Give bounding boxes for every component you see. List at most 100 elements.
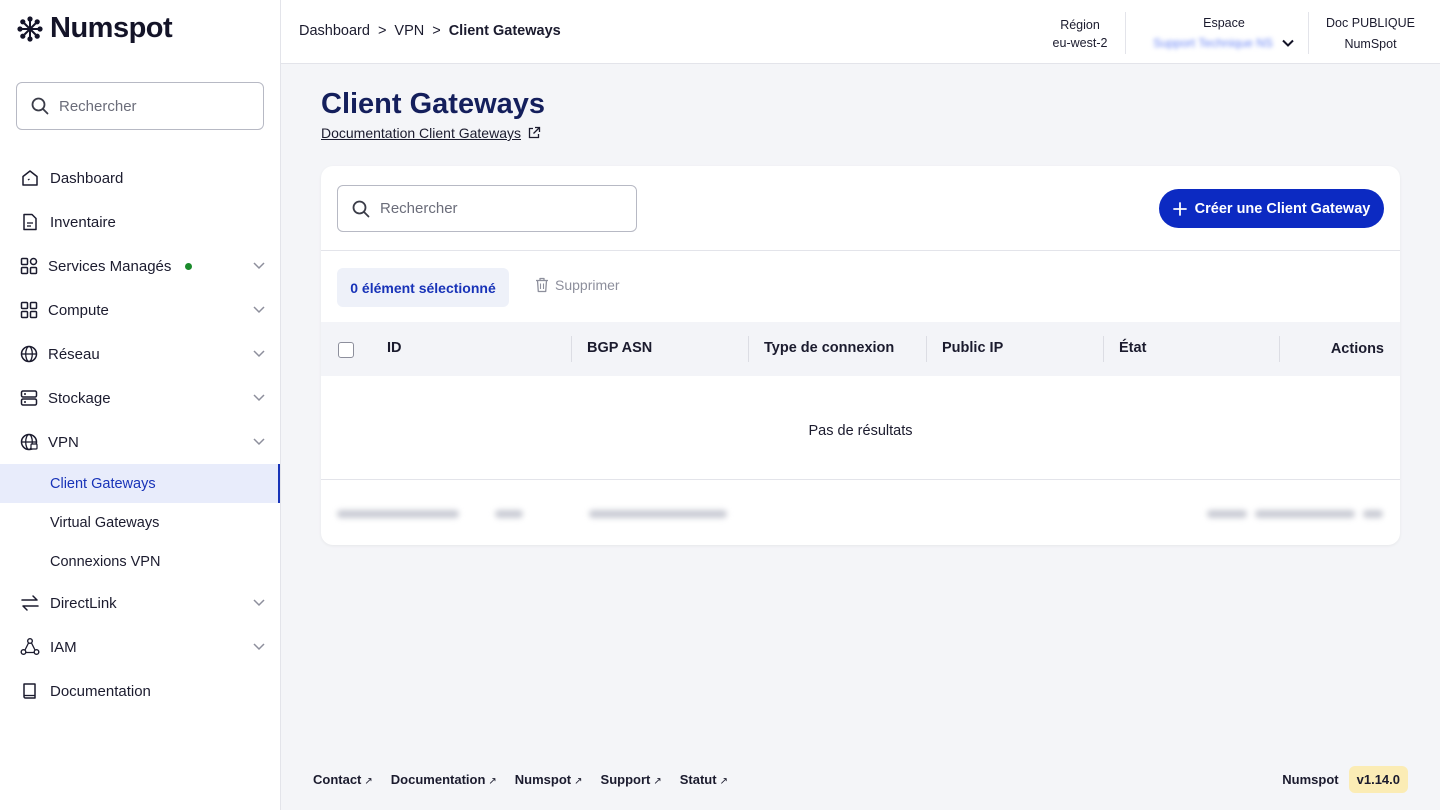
external-arrow-icon: ↗ (719, 776, 728, 787)
footer-link-label: Numspot (514, 772, 572, 787)
table-search[interactable] (337, 185, 637, 232)
empty-state-message: Pas de résultats (808, 423, 913, 439)
selected-count-badge: 0 élément sélectionné (337, 268, 509, 307)
sidebar-item-label: VPN (48, 433, 79, 451)
sidebar-item-compute[interactable]: Compute (0, 288, 280, 332)
breadcrumb-vpn[interactable]: VPN (394, 23, 424, 39)
sidebar-item-label: DirectLink (50, 594, 117, 612)
sidebar-subitem-client-gateways[interactable]: Client Gateways (0, 464, 280, 503)
chevron-down-icon (253, 306, 265, 314)
column-header-type-connexion[interactable]: Type de connexion (764, 340, 894, 356)
footer-link-documentation[interactable]: Documentation ↗ (391, 772, 497, 787)
documentation-link[interactable]: Documentation Client Gateways (321, 125, 541, 141)
page-title: Client Gateways (321, 88, 546, 120)
table-header: ID BGP ASN Type de connexion Public IP É… (321, 322, 1400, 376)
column-separator (926, 336, 927, 362)
chevron-down-icon (253, 643, 265, 651)
footer-link-numspot[interactable]: Numspot ↗ (515, 772, 583, 787)
sidebar-item-dashboard[interactable]: Dashboard (0, 156, 280, 200)
sidebar-item-reseau[interactable]: Réseau (0, 332, 280, 376)
search-icon (352, 200, 370, 217)
storage-icon (20, 390, 38, 406)
chevron-down-icon (1282, 39, 1294, 47)
select-all-checkbox[interactable] (338, 342, 354, 358)
space-value: Support Technique NS (1153, 36, 1273, 50)
numspot-logo[interactable]: Numspot (16, 12, 173, 45)
plus-icon (1172, 201, 1187, 216)
status-dot (185, 262, 193, 270)
sidebar-item-label: Documentation (50, 682, 151, 700)
book-icon (23, 683, 36, 699)
divider (321, 479, 1400, 480)
external-arrow-icon: ↗ (488, 776, 497, 787)
sidebar-item-documentation[interactable]: Documentation (0, 669, 280, 713)
iam-icon (20, 638, 40, 655)
sidebar-item-inventaire[interactable]: Inventaire (0, 200, 280, 244)
footer-links: Contact ↗ Documentation ↗ Numspot ↗ Support… (313, 772, 728, 787)
delete-button-label: Supprimer (555, 277, 620, 293)
doc-space-indicator[interactable]: Doc PUBLIQUE NumSpot (1323, 14, 1418, 53)
sidebar-item-services-manages[interactable]: Services Managés (0, 244, 280, 288)
blurred-item (1255, 510, 1355, 518)
sidebar-item-stockage[interactable]: Stockage (0, 376, 280, 420)
chevron-up-icon (253, 438, 265, 446)
sidebar-subitem-virtual-gateways[interactable]: Virtual Gateways (0, 503, 280, 542)
search-icon (31, 97, 49, 115)
column-header-etat[interactable]: État (1119, 340, 1146, 356)
blurred-item (337, 510, 459, 518)
region-label: Région (1060, 18, 1100, 32)
create-client-gateway-button[interactable]: Créer une Client Gateway (1159, 189, 1384, 228)
sidebar-search-input[interactable] (59, 97, 239, 115)
column-header-public-ip[interactable]: Public IP (942, 340, 1003, 356)
blurred-item (495, 510, 523, 518)
space-selector[interactable]: Espace Support Technique NS (1139, 14, 1309, 52)
column-separator (1279, 336, 1280, 362)
version-info: Numspot v1.14.0 (1282, 766, 1408, 793)
version-badge: v1.14.0 (1348, 766, 1408, 793)
document-icon (23, 213, 37, 231)
blurred-item (1363, 510, 1383, 518)
home-icon (22, 170, 38, 186)
divider (321, 250, 1400, 251)
chevron-down-icon (253, 262, 265, 270)
sidebar-item-vpn[interactable]: VPN (0, 420, 280, 464)
sidebar-item-label: Dashboard (50, 169, 124, 187)
top-header: Dashboard > VPN > Client Gateways Région… (281, 0, 1440, 64)
breadcrumb-current: Client Gateways (448, 23, 561, 39)
region-indicator: Région eu-west-2 (1050, 14, 1110, 52)
space-label: Espace (1203, 16, 1245, 30)
region-value: eu-west-2 (1052, 36, 1108, 50)
footer-link-contact[interactable]: Contact ↗ (313, 772, 373, 787)
column-header-bgp-asn[interactable]: BGP ASN (587, 340, 652, 356)
column-separator (571, 336, 572, 362)
sidebar-item-directlink[interactable]: DirectLink (0, 581, 280, 625)
breadcrumb-separator: > (432, 23, 441, 39)
globe-icon (20, 345, 38, 363)
delete-button[interactable]: Supprimer (535, 277, 620, 293)
footer-link-support[interactable]: Support ↗ (601, 772, 662, 787)
table-search-input[interactable] (380, 200, 560, 217)
sidebar-item-iam[interactable]: IAM (0, 625, 280, 669)
blurred-item (1207, 510, 1247, 518)
footer-link-label: Documentation (390, 772, 486, 787)
footer-brand: Numspot (1282, 772, 1339, 787)
sidebar-item-label: Inventaire (50, 213, 116, 231)
doc-value: NumSpot (1344, 37, 1397, 51)
column-header-id[interactable]: ID (387, 340, 402, 356)
blurred-item (589, 510, 727, 518)
sidebar-item-label: Services Managés (48, 257, 172, 275)
doc-label: Doc PUBLIQUE (1326, 16, 1415, 30)
column-separator (748, 336, 749, 362)
sidebar-search[interactable] (16, 82, 264, 130)
column-separator (1103, 336, 1104, 362)
sidebar-subitem-connexions-vpn[interactable]: Connexions VPN (0, 542, 280, 581)
trash-icon (536, 277, 548, 293)
breadcrumb-separator: > (377, 23, 387, 39)
header-divider (1308, 12, 1309, 54)
external-arrow-icon: ↗ (364, 776, 373, 787)
footer-link-statut[interactable]: Statut ↗ (680, 772, 728, 787)
breadcrumb-dashboard[interactable]: Dashboard (299, 23, 370, 39)
footer-link-label: Support (600, 772, 651, 787)
external-link-icon (528, 126, 541, 139)
chevron-down-icon (253, 350, 265, 358)
